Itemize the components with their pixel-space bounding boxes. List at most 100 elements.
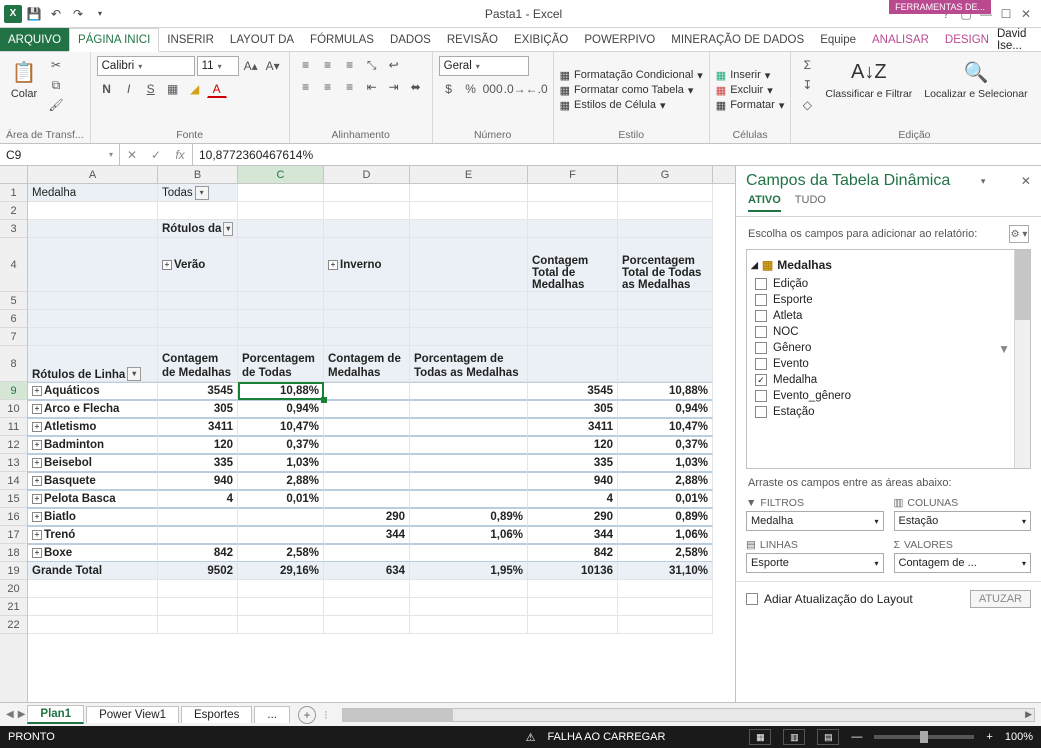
- cell[interactable]: +Biatlo: [28, 508, 158, 526]
- cell[interactable]: [28, 238, 158, 292]
- cell[interactable]: [158, 202, 238, 220]
- cell[interactable]: [324, 436, 410, 454]
- area-columns-box[interactable]: Estação▾: [894, 511, 1032, 531]
- row-header[interactable]: 2: [0, 202, 27, 220]
- align-center-icon[interactable]: ≡: [318, 78, 338, 96]
- underline-button[interactable]: S: [141, 80, 161, 98]
- tab-data[interactable]: DADOS: [382, 28, 439, 51]
- cell[interactable]: [28, 292, 158, 310]
- row-header[interactable]: 11: [0, 418, 27, 436]
- field-item[interactable]: NOC: [749, 324, 1028, 340]
- cell[interactable]: 940: [528, 472, 618, 490]
- cell[interactable]: [618, 598, 713, 616]
- cell[interactable]: +Inverno: [324, 238, 410, 292]
- cell[interactable]: 9502: [158, 562, 238, 580]
- formula-input[interactable]: 10,8772360467614%: [193, 144, 1041, 165]
- cell[interactable]: [410, 544, 528, 562]
- field-item[interactable]: Evento_gênero: [749, 388, 1028, 404]
- cell[interactable]: [238, 598, 324, 616]
- italic-button[interactable]: I: [119, 80, 139, 98]
- copy-icon[interactable]: ⧉: [46, 76, 66, 94]
- decrease-font-icon[interactable]: A▾: [263, 57, 283, 75]
- tab-powerpivot[interactable]: POWERPIVO: [576, 28, 663, 51]
- undo-icon[interactable]: ↶: [46, 4, 66, 24]
- cell[interactable]: [410, 382, 528, 400]
- field-checkbox[interactable]: [755, 326, 767, 338]
- cell[interactable]: 1,95%: [410, 562, 528, 580]
- qat-customize-icon[interactable]: ▾: [90, 4, 110, 24]
- cell[interactable]: [158, 598, 238, 616]
- cell[interactable]: [528, 598, 618, 616]
- cell[interactable]: Contagem de Medalhas: [324, 346, 410, 382]
- tab-file[interactable]: ARQUIVO: [0, 28, 69, 51]
- cell[interactable]: [158, 508, 238, 526]
- cell[interactable]: [324, 544, 410, 562]
- tab-insert[interactable]: INSERIR: [159, 28, 222, 51]
- row-header[interactable]: 21: [0, 598, 27, 616]
- pane-tab-all[interactable]: TUDO: [795, 194, 826, 212]
- cell[interactable]: +Arco e Flecha: [28, 400, 158, 418]
- tab-layout[interactable]: LAYOUT DA: [222, 28, 302, 51]
- cell[interactable]: [410, 490, 528, 508]
- increase-indent-icon[interactable]: ⇥: [384, 78, 404, 96]
- cell[interactable]: [28, 328, 158, 346]
- cell[interactable]: [410, 328, 528, 346]
- cell[interactable]: [528, 292, 618, 310]
- tab-home[interactable]: PÁGINA INICI: [69, 28, 159, 52]
- cell[interactable]: 344: [528, 526, 618, 544]
- filter-icon[interactable]: ▼: [998, 342, 1010, 356]
- cut-icon[interactable]: ✂: [46, 56, 66, 74]
- cell[interactable]: Porcentagem Total de Todas as Medalhas: [618, 238, 713, 292]
- user-account[interactable]: David Ise... ☺: [997, 28, 1041, 51]
- cell[interactable]: 634: [324, 562, 410, 580]
- cell[interactable]: +Atletismo: [28, 418, 158, 436]
- decrease-decimal-icon[interactable]: ←.0: [527, 80, 547, 98]
- cell[interactable]: [238, 184, 324, 202]
- cell[interactable]: [238, 526, 324, 544]
- tab-review[interactable]: REVISÃO: [439, 28, 506, 51]
- cell[interactable]: [28, 220, 158, 238]
- cell[interactable]: [28, 580, 158, 598]
- cell[interactable]: [238, 616, 324, 634]
- cell[interactable]: +Beisebol: [28, 454, 158, 472]
- cell[interactable]: [324, 328, 410, 346]
- cell[interactable]: 940: [158, 472, 238, 490]
- horizontal-scrollbar[interactable]: ◀ ▶: [342, 708, 1035, 722]
- cell[interactable]: [324, 382, 410, 400]
- col-header-b[interactable]: B: [158, 166, 238, 183]
- area-filters-box[interactable]: Medalha▾: [746, 511, 884, 531]
- cell[interactable]: [618, 328, 713, 346]
- view-page-icon[interactable]: ▥: [783, 729, 805, 745]
- area-values-box[interactable]: Contagem de ...▾: [894, 553, 1032, 573]
- cell[interactable]: Rótulos da▾: [158, 220, 238, 238]
- field-checkbox[interactable]: [755, 294, 767, 306]
- cell[interactable]: +Pelota Basca: [28, 490, 158, 508]
- cell[interactable]: [618, 184, 713, 202]
- cell[interactable]: [410, 454, 528, 472]
- enter-formula-icon[interactable]: ✓: [144, 148, 168, 162]
- cell[interactable]: 0,01%: [618, 490, 713, 508]
- format-painter-icon[interactable]: 🖌: [46, 96, 66, 114]
- cell[interactable]: 2,88%: [238, 472, 324, 490]
- cell[interactable]: +Basquete: [28, 472, 158, 490]
- sheet-tab-esportes[interactable]: Esportes: [181, 706, 252, 723]
- cell[interactable]: 0,89%: [410, 508, 528, 526]
- area-rows-box[interactable]: Esporte▾: [746, 553, 884, 573]
- field-item[interactable]: Estação: [749, 404, 1028, 420]
- insert-cells-button[interactable]: ▦Inserir▾: [716, 69, 771, 82]
- save-icon[interactable]: 💾: [24, 4, 44, 24]
- sheet-nav-prev[interactable]: ◀: [6, 709, 14, 720]
- cell[interactable]: [528, 310, 618, 328]
- cell[interactable]: [410, 418, 528, 436]
- cell[interactable]: [410, 184, 528, 202]
- merge-icon[interactable]: ⬌: [406, 78, 426, 96]
- gear-icon[interactable]: ⚙ ▾: [1009, 225, 1029, 243]
- cell[interactable]: 0,37%: [618, 436, 713, 454]
- number-format-combo[interactable]: Geral▾: [439, 56, 529, 76]
- cell[interactable]: [528, 580, 618, 598]
- row-header[interactable]: 1: [0, 184, 27, 202]
- cell[interactable]: 120: [528, 436, 618, 454]
- cell[interactable]: [158, 310, 238, 328]
- row-header[interactable]: 18: [0, 544, 27, 562]
- conditional-formatting-button[interactable]: ▦Formatação Condicional▾: [560, 69, 703, 82]
